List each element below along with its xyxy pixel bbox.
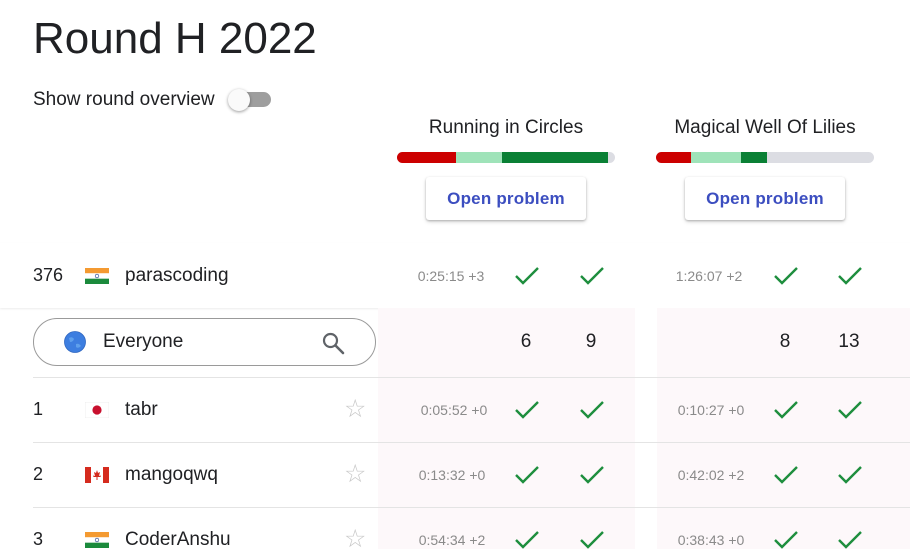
solved-count: 8 [779, 331, 791, 352]
toggle-thumb [227, 89, 250, 111]
check-icon [515, 401, 539, 419]
star-icon[interactable]: ☆ [344, 527, 366, 552]
my-score-row: 376 parascoding 0:25:15 +3 1:26:07 +2 [0, 243, 910, 308]
check-icon [838, 401, 862, 419]
penalty-time: 0:13:32 +0 [418, 467, 486, 483]
round-overview-label: Show round overview [33, 89, 215, 110]
india-flag-icon [85, 532, 109, 548]
problem-name: Running in Circles [428, 117, 584, 138]
username: tabr [125, 399, 158, 420]
check-icon [774, 466, 798, 484]
penalty-time: 1:26:07 +2 [675, 268, 743, 284]
rank: 2 [33, 464, 44, 484]
problem-progress-bar [397, 152, 615, 163]
check-icon [515, 531, 539, 549]
solved-count: 13 [838, 331, 860, 352]
open-problem-button[interactable]: Open problem [426, 177, 586, 220]
penalty-time: 0:25:15 +3 [417, 268, 485, 284]
check-icon [515, 466, 539, 484]
check-icon [838, 531, 862, 549]
problem-progress-bar [656, 152, 874, 163]
penalty-time: 0:10:27 +0 [677, 402, 745, 418]
open-problem-button[interactable]: Open problem [685, 177, 845, 220]
filter-label: Everyone [103, 331, 184, 352]
progress-segment [741, 152, 768, 163]
problem-header-2: Magical Well Of Lilies Open problem [656, 114, 874, 220]
divider [33, 507, 910, 508]
check-icon [838, 267, 862, 285]
rank: 1 [33, 399, 44, 419]
username: CoderAnshu [125, 529, 231, 550]
globe-icon [64, 331, 86, 353]
check-icon [580, 466, 604, 484]
check-icon [838, 466, 862, 484]
penalty-time: 0:54:34 +2 [418, 532, 486, 548]
round-overview-toggle-row: Show round overview [33, 89, 272, 111]
divider [33, 377, 910, 378]
check-icon [774, 401, 798, 419]
username: parascoding [125, 265, 229, 286]
divider [33, 442, 910, 443]
page-title: Round H 2022 [33, 14, 317, 63]
scoreboard-filter-search[interactable]: Everyone [33, 318, 376, 366]
progress-segment [656, 152, 691, 163]
progress-segment [690, 152, 741, 163]
rank: 376 [33, 265, 64, 285]
check-icon [774, 531, 798, 549]
check-icon [774, 267, 798, 285]
penalty-time: 0:42:02 +2 [677, 467, 745, 483]
progress-segment [501, 152, 609, 163]
star-icon[interactable]: ☆ [344, 397, 366, 422]
progress-segment [397, 152, 456, 163]
round-overview-toggle[interactable] [227, 89, 272, 111]
solved-count: 6 [520, 331, 532, 352]
penalty-time: 0:05:52 +0 [420, 402, 488, 418]
search-icon[interactable] [321, 331, 345, 355]
username: mangoqwq [125, 464, 218, 485]
check-icon [580, 401, 604, 419]
canada-flag-icon [85, 467, 109, 483]
check-icon [515, 267, 539, 285]
problem-header-1: Running in Circles Open problem [397, 114, 615, 220]
column-gap [635, 308, 657, 549]
japan-flag-icon [85, 402, 109, 418]
problem-name: Magical Well Of Lilies [674, 117, 856, 138]
star-icon[interactable]: ☆ [344, 462, 366, 487]
check-icon [580, 267, 604, 285]
progress-segment [455, 152, 502, 163]
solved-count: 9 [585, 331, 597, 352]
penalty-time: 0:38:43 +0 [677, 532, 745, 548]
check-icon [580, 531, 604, 549]
rank: 3 [33, 529, 44, 549]
india-flag-icon [85, 268, 109, 284]
